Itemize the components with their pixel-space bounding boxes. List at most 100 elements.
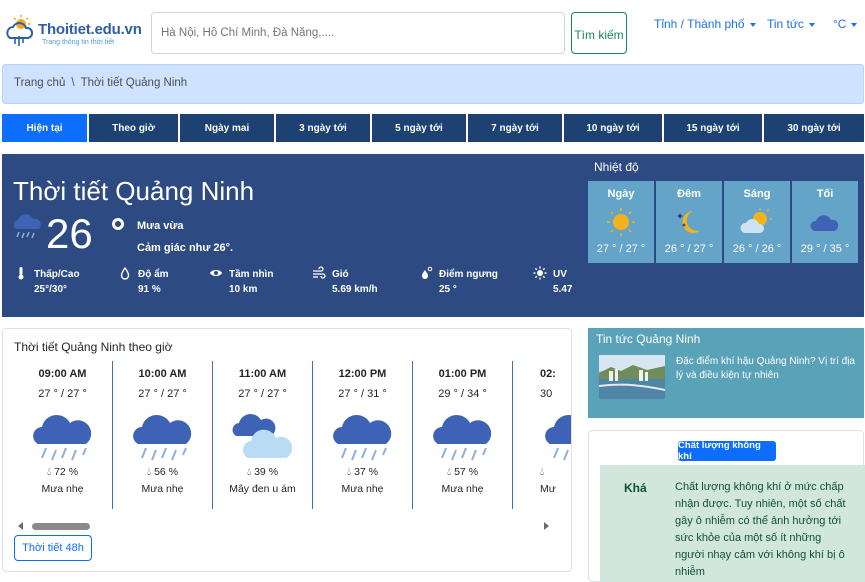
rain-cloud-icon <box>132 414 191 461</box>
rain-cloud-icon <box>432 414 491 461</box>
temp-card-label: Tối <box>816 188 834 200</box>
search-button[interactable]: Tìm kiếm <box>571 12 627 54</box>
hour-humidity: 💧︎ 39 % <box>213 466 312 479</box>
eye-icon <box>210 270 222 276</box>
current-temperature: 26 <box>46 210 93 257</box>
hour-temp: 29 ° / 34 ° <box>438 388 487 400</box>
sun-icon <box>607 208 635 236</box>
cloud-icon <box>810 215 839 231</box>
stat-value: 91 % <box>138 284 161 295</box>
hourly-forecast-panel: Thời tiết Quảng Ninh theo giờ 09:00 AM 2… <box>2 328 572 572</box>
scroll-left-arrow-icon[interactable] <box>18 522 23 530</box>
search-input[interactable] <box>151 12 565 54</box>
droplet-icon <box>120 266 130 280</box>
current-weather-panel: Thời tiết Quảng Ninh 26 Mưa vừa Cảm giác… <box>2 154 864 317</box>
stat-label: Độ ẩm <box>138 269 169 280</box>
news-item-link[interactable]: Đặc điểm khí hậu Quảng Ninh? Vị trí địa … <box>676 355 856 383</box>
tab-7-days[interactable]: 7 ngày tới <box>468 114 562 142</box>
hour-description: Mưa nhẹ <box>141 483 184 495</box>
temp-card-value: 26 ° / 26 ° <box>732 243 782 255</box>
air-quality-panel: Chất lượng không khí Khá Chất lượng khôn… <box>588 430 865 582</box>
breadcrumb-separator: \ <box>71 77 75 89</box>
rain-cloud-icon <box>32 414 91 461</box>
temp-card-label: Ngày <box>607 188 635 200</box>
nav-news-dropdown[interactable]: Tin tức <box>767 17 815 31</box>
hour-time: 12:00 PM <box>338 368 387 380</box>
stat-value: 25°/30° <box>34 284 68 295</box>
tab-30-days[interactable]: 30 ngày tới <box>764 114 864 142</box>
hour-temp: 27 ° / 31 ° <box>338 388 387 400</box>
hour-temp: 27 ° / 27 ° <box>38 388 87 400</box>
degree-symbol <box>112 218 124 230</box>
hour-item: 09:00 AM 27 ° / 27 ° 💧︎ 72 % Mưa nhẹ <box>13 361 113 509</box>
logo-tagline: Trang thông tin thời tiết <box>42 39 115 46</box>
hour-time: 10:00 AM <box>138 368 187 380</box>
hour-humidity-value: 37 % <box>354 466 379 478</box>
hour-temp: 27 ° / 27 ° <box>238 388 287 400</box>
breadcrumb-current: Thời tiết Quảng Ninh <box>80 77 188 89</box>
tab-hourly[interactable]: Theo giờ <box>89 114 178 142</box>
temperature-panel-title: Nhiệt độ <box>594 160 639 174</box>
nav-provinces-dropdown[interactable]: Tỉnh / Thành phố <box>654 17 756 31</box>
moon-stars-icon <box>677 211 701 233</box>
scrollbar-thumb[interactable] <box>32 523 90 530</box>
tab-15-days[interactable]: 15 ngày tới <box>664 114 762 142</box>
overcast-cloud-icon <box>232 414 292 458</box>
hour-item: 01:00 PM 29 ° / 34 ° 💧︎ 57 % Mưa nhẹ <box>413 361 513 509</box>
tab-5-days[interactable]: 5 ngày tới <box>372 114 466 142</box>
logo-icon <box>6 15 34 46</box>
temp-card-label: Sáng <box>743 188 771 200</box>
dewpoint-icon <box>422 266 433 279</box>
news-thumbnail[interactable] <box>599 355 665 399</box>
nav-unit-dropdown[interactable]: °C <box>833 17 858 31</box>
temp-card-label: Đêm <box>677 188 701 200</box>
hour-temp: 27 ° / 27 ° <box>138 388 187 400</box>
site-logo[interactable]: Thoitiet.edu.vn Trang thông tin thời tiế… <box>4 12 144 52</box>
current-description: Mưa vừa <box>137 220 184 232</box>
temp-card-night: Đêm 26 ° / 27 ° <box>656 181 722 263</box>
nav-news-label: Tin tức <box>767 17 804 31</box>
weather-48h-button[interactable]: Thời tiết 48h <box>14 535 92 561</box>
hour-time: 01:00 PM <box>438 368 487 380</box>
temp-card-value: 29 ° / 35 ° <box>800 243 850 255</box>
air-quality-box: Khá Chất lượng không khí ở mức chấp nhận… <box>600 465 865 582</box>
stat-value: 10 km <box>229 284 258 295</box>
chevron-down-icon <box>749 22 756 27</box>
hour-description: Mư <box>540 483 556 495</box>
air-quality-level: Khá <box>624 481 647 495</box>
tab-current[interactable]: Hiện tại <box>2 114 87 142</box>
rain-cloud-icon <box>545 414 571 461</box>
tab-3-days[interactable]: 3 ngày tới <box>276 114 370 142</box>
droplet-icon: 💧︎ <box>540 466 545 478</box>
breadcrumb-home-link[interactable]: Trang chủ <box>14 77 65 89</box>
news-title: Tin tức Quảng Ninh <box>596 332 701 346</box>
stat-label: Tầm nhìn <box>229 269 274 280</box>
hour-description: Mưa nhẹ <box>441 483 484 495</box>
forecast-tabs: Hiện tại Theo giờ Ngày mai 3 ngày tới 5 … <box>2 114 864 142</box>
stat-label: Gió <box>332 269 349 280</box>
hour-humidity-value: 39 % <box>254 466 279 478</box>
nav-provinces-label: Tỉnh / Thành phố <box>654 17 745 31</box>
scroll-right-arrow-icon[interactable] <box>544 522 549 530</box>
sun-cloud-icon <box>740 208 772 233</box>
hour-humidity-value: 57 % <box>454 466 479 478</box>
hour-item: 11:00 AM 27 ° / 27 ° 💧︎ 39 % Mây đen u á… <box>213 361 313 509</box>
tab-10-days[interactable]: 10 ngày tới <box>564 114 662 142</box>
tab-tomorrow[interactable]: Ngày mai <box>180 114 274 142</box>
chevron-down-icon <box>851 22 858 27</box>
temp-card-evening: Tối 29 ° / 35 ° <box>792 181 858 263</box>
current-weather-title: Thời tiết Quảng Ninh <box>13 176 255 206</box>
hour-humidity: 💧︎ 37 % <box>313 466 412 479</box>
breadcrumb: Trang chủ \ Thời tiết Quảng Ninh <box>2 64 864 104</box>
hour-humidity-value: 72 % <box>54 466 79 478</box>
temp-card-day: Ngày 27 ° / 27 ° <box>588 181 654 263</box>
thermometer-icon <box>18 267 24 280</box>
hour-humidity-value: 56 % <box>154 466 179 478</box>
hour-description: Mưa nhẹ <box>341 483 384 495</box>
air-quality-text: Chất lượng không khí ở mức chấp nhận đượ… <box>675 481 846 578</box>
temp-card-value: 26 ° / 27 ° <box>664 243 714 255</box>
stat-label: Điểm ngưng <box>439 269 498 280</box>
temp-card-value: 27 ° / 27 ° <box>596 243 646 255</box>
hourly-scrollbar[interactable] <box>16 519 551 533</box>
stat-label: Thấp/Cao <box>34 269 80 280</box>
